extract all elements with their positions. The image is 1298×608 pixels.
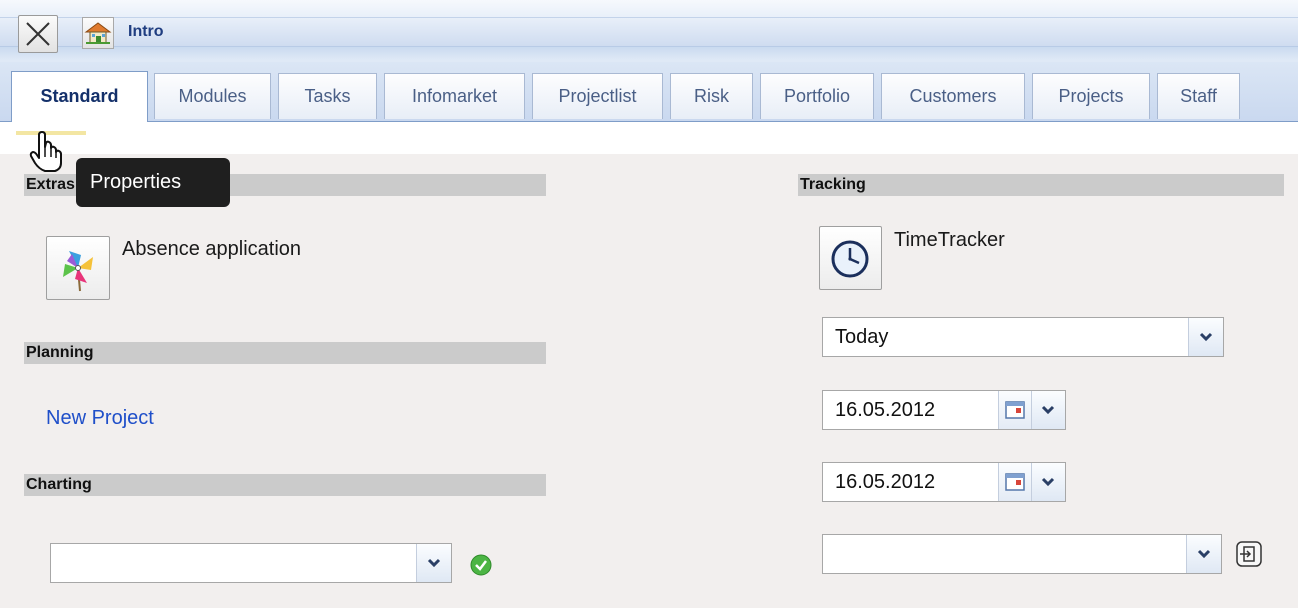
absence-application-label[interactable]: Absence application: [122, 238, 301, 261]
window-title: Intro: [128, 23, 164, 40]
pinwheel-icon: [63, 251, 93, 292]
section-planning-title: Planning: [24, 342, 546, 364]
project-select[interactable]: [822, 534, 1222, 574]
clock-icon: [831, 240, 869, 278]
chevron-down-icon: [1041, 405, 1055, 415]
section-tracking-title: Tracking: [798, 174, 1284, 196]
tab-bar: Standard Modules Tasks Infomarket Projec…: [0, 62, 1298, 123]
tab-customers[interactable]: Customers: [881, 73, 1025, 119]
timetracker-label[interactable]: TimeTracker: [894, 229, 1005, 252]
section-charting-title: Charting: [24, 474, 546, 496]
title-strip: [0, 17, 1298, 47]
close-button[interactable]: [18, 15, 58, 53]
date-to-dropdown[interactable]: [1031, 463, 1065, 501]
properties-tooltip: Properties: [76, 158, 230, 207]
green-check-icon[interactable]: [470, 554, 492, 576]
charting-select[interactable]: [50, 543, 452, 583]
title-bar: Intro: [0, 0, 1298, 62]
tab-infomarket[interactable]: Infomarket: [384, 73, 525, 119]
tab-projects[interactable]: Projects: [1032, 73, 1150, 119]
calendar-icon: [1005, 401, 1025, 419]
hand-cursor-icon: [29, 131, 62, 172]
date-from-calendar-button[interactable]: [998, 391, 1031, 429]
chevron-down-icon: [1041, 477, 1055, 487]
new-project-link[interactable]: New Project: [46, 407, 154, 430]
tab-standard[interactable]: Standard: [11, 71, 148, 122]
timetracker-button[interactable]: [819, 226, 882, 290]
calendar-icon: [1005, 473, 1025, 491]
period-select[interactable]: Today: [822, 317, 1224, 357]
tab-staff[interactable]: Staff: [1157, 73, 1240, 119]
tab-modules[interactable]: Modules: [154, 73, 271, 119]
tab-projectlist[interactable]: Projectlist: [532, 73, 663, 119]
charting-select-arrow[interactable]: [416, 544, 451, 582]
date-to-value: 16.05.2012: [835, 471, 936, 493]
chevron-down-icon: [427, 558, 441, 568]
chevron-down-icon: [1197, 549, 1211, 559]
chevron-down-icon: [1199, 332, 1213, 342]
tab-portfolio[interactable]: Portfolio: [760, 73, 874, 119]
period-select-arrow[interactable]: [1188, 318, 1223, 356]
date-from-field[interactable]: 16.05.2012: [822, 390, 1066, 430]
date-to-calendar-button[interactable]: [998, 463, 1031, 501]
content-top-strip: [0, 122, 1298, 154]
project-select-arrow[interactable]: [1186, 535, 1221, 573]
absence-application-button[interactable]: [46, 236, 110, 300]
close-x-icon: [26, 22, 50, 46]
home-icon: [84, 22, 112, 44]
date-to-field[interactable]: 16.05.2012: [822, 462, 1066, 502]
period-select-value: Today: [835, 326, 889, 348]
date-from-value: 16.05.2012: [835, 399, 936, 421]
export-icon[interactable]: [1234, 539, 1264, 569]
date-from-dropdown[interactable]: [1031, 391, 1065, 429]
home-button[interactable]: [82, 17, 114, 49]
tab-risk[interactable]: Risk: [670, 73, 753, 119]
tab-tasks[interactable]: Tasks: [278, 73, 377, 119]
